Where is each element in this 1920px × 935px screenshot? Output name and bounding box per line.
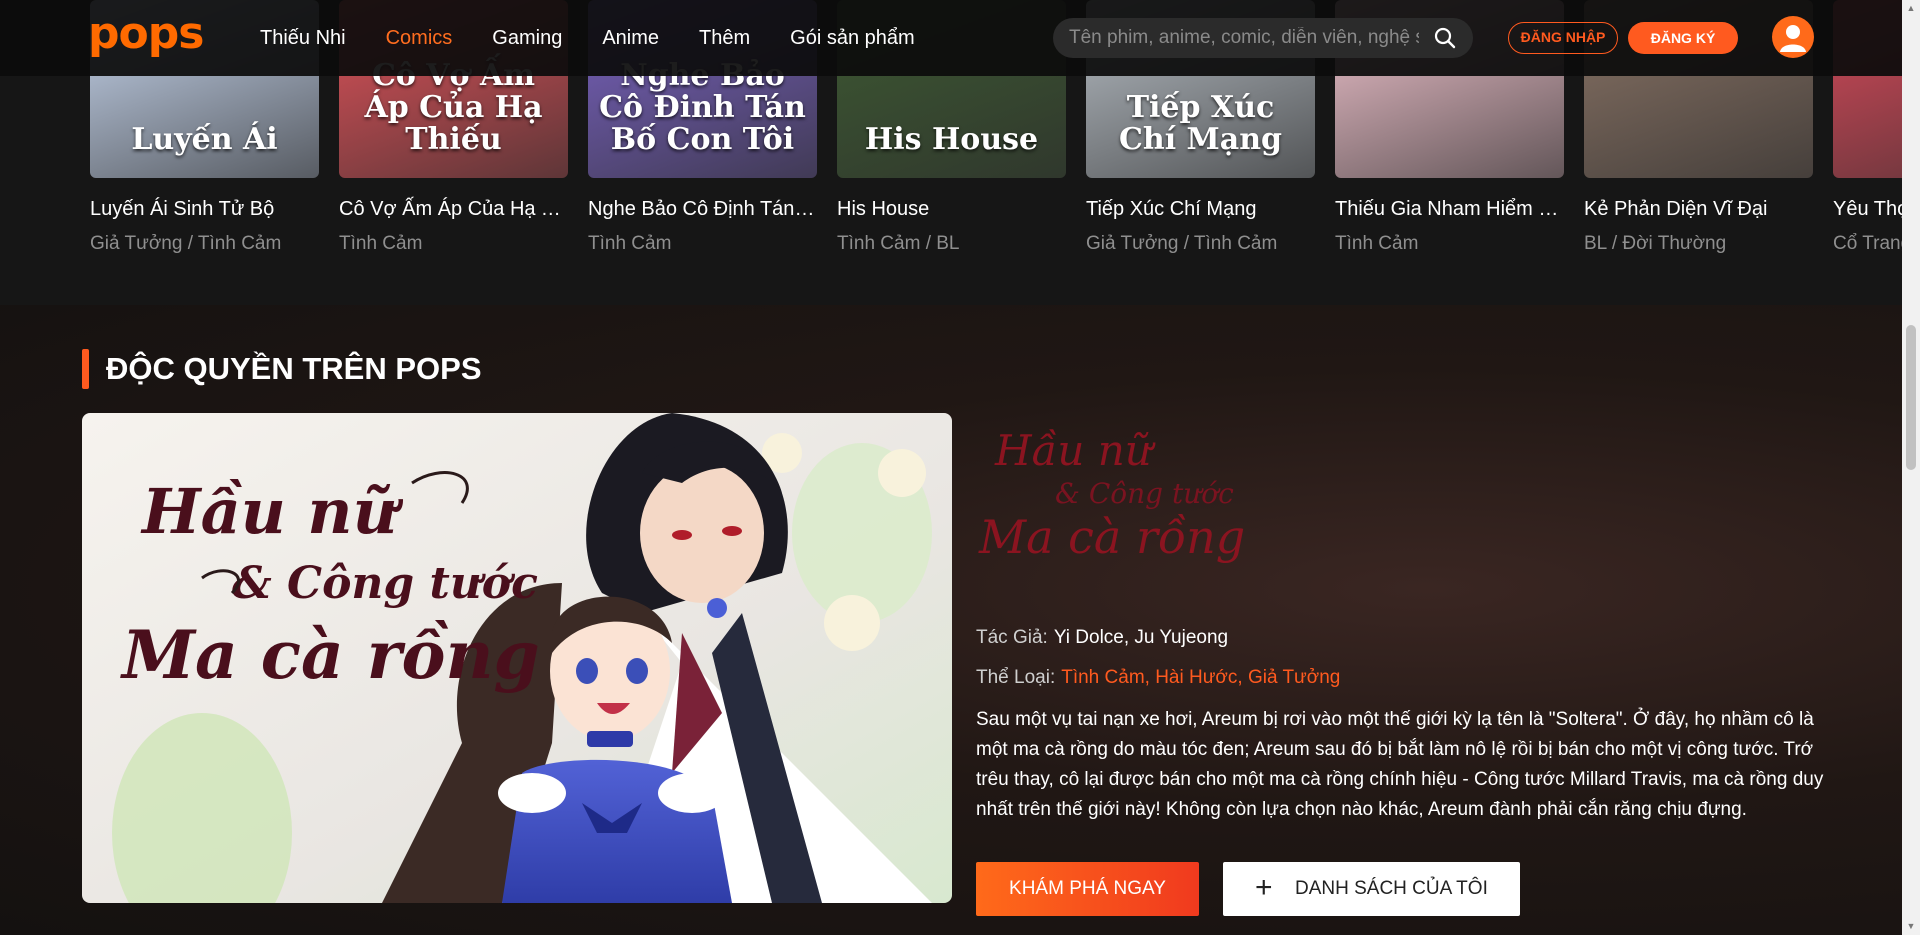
author-row: Tác Giả: Yi Dolce, Ju Yujeong	[976, 625, 1824, 651]
main-nav: Thiếu Nhi Comics Gaming Anime Thêm Gói s…	[260, 24, 915, 52]
search-box	[1053, 18, 1473, 58]
comic-genre: Giả Tưởng / Tình Cảm	[1086, 233, 1278, 254]
side-title-line-3: Ma cà rồng	[978, 510, 1245, 564]
page-scrollbar[interactable]: ▲ ▼	[1902, 0, 1920, 935]
user-avatar-icon[interactable]	[1772, 16, 1814, 58]
nav-item-goi-san-pham[interactable]: Gói sản phẩm	[790, 24, 915, 52]
section-accent-bar	[82, 349, 89, 389]
scroll-down-arrow-icon[interactable]: ▼	[1902, 918, 1920, 935]
genre-value[interactable]: Tình Cảm, Hài Hước, Giả Tưởng	[1061, 667, 1340, 688]
banner-title-line-3: Ma cà rồng	[120, 616, 540, 694]
comic-genre: Cổ Trang	[1833, 233, 1902, 254]
featured-banner-art: Hầu nữ & Công tước Ma cà rồng	[82, 413, 952, 903]
comic-thumbnail-title: Luyến Ái	[131, 122, 278, 157]
comic-title[interactable]: Thiếu Gia Nham Hiểm Và Tôi	[1335, 196, 1564, 222]
featured-banner[interactable]: Hầu nữ & Công tước Ma cà rồng	[82, 413, 952, 903]
banner-title-line-2: & Công tước	[232, 558, 538, 609]
banner-title-line-1: Hầu nữ	[140, 475, 403, 548]
comic-thumbnail-title: His House	[864, 122, 1039, 157]
comic-genre: Giả Tưởng / Tình Cảm	[90, 233, 282, 254]
comic-title[interactable]: His House	[837, 196, 1066, 222]
comic-genre: BL / Đời Thường	[1584, 233, 1727, 254]
comic-title[interactable]: Tiếp Xúc Chí Mạng	[1086, 196, 1315, 222]
comic-title[interactable]: Nghe Bảo Cô Định Tán Bố Con Tôi	[588, 196, 817, 222]
genre-label: Thể Loại:	[976, 667, 1056, 688]
description: Sau một vụ tai nạn xe hơi, Areum bị rơi …	[976, 709, 1824, 820]
search-icon[interactable]	[1433, 26, 1457, 50]
comic-thumbnail-title: Tiếp Xúc Chí Mạng	[1119, 90, 1282, 157]
scroll-up-arrow-icon[interactable]: ▲	[1902, 0, 1920, 17]
login-button[interactable]: ĐĂNG NHẬP	[1508, 22, 1618, 54]
section-title: ĐỘC QUYỀN TRÊN POPS	[106, 351, 482, 386]
comic-title[interactable]: Luyến Ái Sinh Tử Bộ	[90, 196, 319, 222]
nav-item-gaming[interactable]: Gaming	[492, 24, 562, 52]
nav-item-them[interactable]: Thêm	[699, 24, 750, 52]
comic-title[interactable]: Cô Vợ Ấm Áp Của Hạ Thiếu	[339, 196, 568, 222]
explore-now-button[interactable]: KHÁM PHÁ NGAY	[976, 862, 1199, 916]
my-list-button[interactable]: + DANH SÁCH CỦA TÔI	[1223, 862, 1520, 916]
comic-genre: Tình Cảm / BL	[837, 233, 960, 254]
genre-row: Thể Loại: Tình Cảm, Hài Hước, Giả Tưởng	[976, 665, 1824, 691]
plus-icon: +	[1255, 871, 1273, 904]
search-input[interactable]	[1069, 18, 1419, 58]
my-list-label: DANH SÁCH CỦA TÔI	[1295, 878, 1488, 899]
nav-item-thieu-nhi[interactable]: Thiếu Nhi	[260, 24, 346, 52]
exclusive-section: ĐỘC QUYỀN TRÊN POPS Hầu nữ & Công tước M…	[0, 305, 1902, 935]
scroll-thumb[interactable]	[1906, 325, 1916, 470]
register-button[interactable]: ĐĂNG KÝ	[1628, 22, 1738, 54]
top-header: pops Thiếu Nhi Comics Gaming Anime Thêm …	[0, 0, 1902, 76]
featured-info: Tác Giả: Yi Dolce, Ju Yujeong Thể Loại: Tì…	[976, 625, 1824, 825]
comic-genre: Tình Cảm	[1335, 233, 1419, 254]
comic-genre: Tình Cảm	[339, 233, 423, 254]
nav-item-comics[interactable]: Comics	[386, 24, 453, 52]
pops-logo[interactable]: pops	[88, 12, 204, 56]
author-label: Tác Giả:	[976, 627, 1048, 648]
side-title-line-1: Hầu nữ	[994, 426, 1156, 475]
comic-title[interactable]: Kẻ Phản Diện Vĩ Đại	[1584, 196, 1813, 222]
author-value: Yi Dolce, Ju Yujeong	[1053, 627, 1229, 648]
comic-thumbnail-title: Yê	[1843, 124, 1902, 156]
featured-title-logo: Hầu nữ & Công tước Ma cà rồng	[978, 426, 1245, 564]
side-title-line-2: & Công tước	[1055, 477, 1234, 510]
comic-genre: Tình Cảm	[588, 233, 672, 254]
nav-item-anime[interactable]: Anime	[602, 24, 659, 52]
comic-title[interactable]: Yêu Thọ	[1833, 196, 1902, 222]
